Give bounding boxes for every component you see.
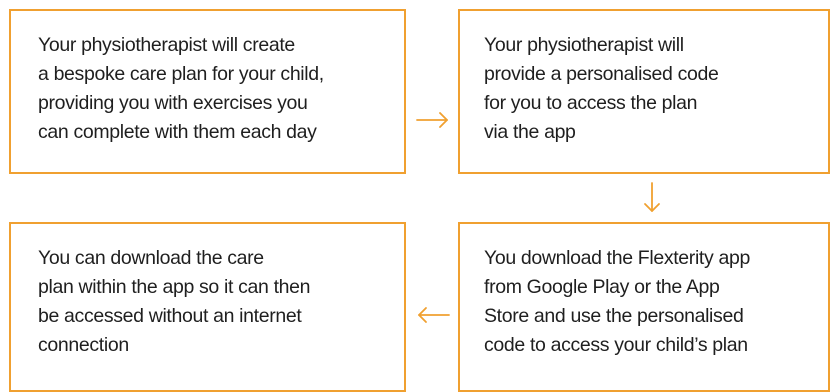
step-4-line-3: be accessed without an internet (38, 305, 302, 327)
step-3-text: You download the Flexterity app from Goo… (484, 244, 750, 360)
step-3-line-1: You download the Flexterity app (484, 247, 750, 269)
step-4-line-2: plan within the app so it can then (38, 276, 311, 298)
step-1-line-4: can complete with them each day (38, 121, 317, 143)
step-2-line-4: via the app (484, 121, 576, 143)
step-4-line-1: You can download the care (38, 247, 264, 269)
step-4-box: You can download the care plan within th… (9, 222, 406, 392)
step-3-line-4: code to access your child’s plan (484, 334, 748, 356)
step-2-line-1: Your physiotherapist will (484, 34, 684, 56)
step-2-line-2: provide a personalised code (484, 63, 719, 85)
step-1-line-2: a bespoke care plan for your child, (38, 63, 324, 85)
step-3-line-3: Store and use the personalised (484, 305, 744, 327)
care-plan-flow-diagram: { "steps": [ { "lines": [ "Your physioth… (0, 0, 838, 392)
step-4-line-4: connection (38, 334, 129, 356)
step-1-box: Your physiotherapist will create a bespo… (9, 9, 406, 174)
step-2-text: Your physiotherapist will provide a pers… (484, 31, 719, 147)
arrow-right-icon (416, 112, 448, 128)
step-3-line-2: from Google Play or the App (484, 276, 720, 298)
step-1-text: Your physiotherapist will create a bespo… (38, 31, 324, 147)
step-1-line-3: providing you with exercises you (38, 92, 308, 114)
step-2-box: Your physiotherapist will provide a pers… (458, 9, 830, 174)
step-2-line-3: for you to access the plan (484, 92, 698, 114)
step-3-box: You download the Flexterity app from Goo… (458, 222, 830, 392)
arrow-down-icon (644, 182, 660, 212)
step-1-line-1: Your physiotherapist will create (38, 34, 295, 56)
step-4-text: You can download the care plan within th… (38, 244, 310, 360)
arrow-left-icon (418, 307, 450, 323)
